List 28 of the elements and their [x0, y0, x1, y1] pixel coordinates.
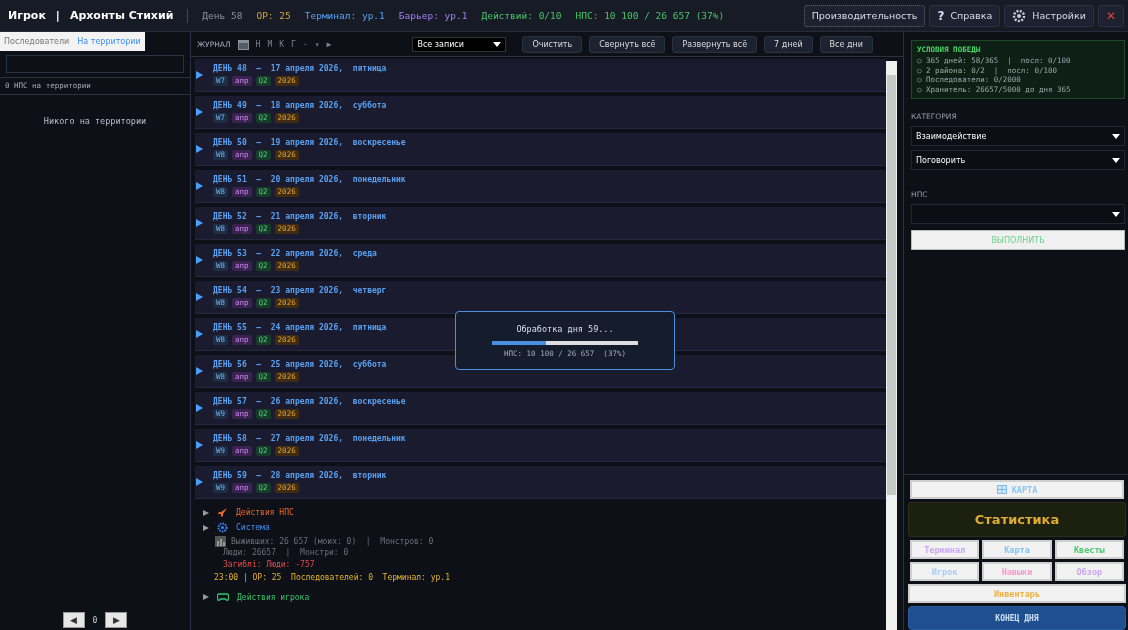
empty-message: Никого на территории: [42, 116, 148, 126]
log-text: Выживших: 26 657 (моих: 0) | Монстров: 0: [231, 536, 434, 546]
status-stat: ОР: 25: [256, 10, 291, 21]
status-stat: НПС: 10 100 / 26 657 (37%): [575, 10, 725, 21]
day-title: ДЕНЬ 51 — 20 апреля 2026, понедельник: [213, 175, 406, 184]
day-title: ДЕНЬ 58 — 27 апреля 2026, понедельник: [213, 434, 406, 443]
status-stat: Барьер: ур.1: [398, 10, 468, 21]
day-title: ДЕНЬ 52 — 21 апреля 2026, вторник: [213, 212, 387, 221]
day-title: ДЕНЬ 49 — 18 апреля 2026, суббота: [213, 101, 387, 110]
day-title: ДЕНЬ 57 — 26 апреля 2026, воскресенье: [213, 397, 406, 406]
log-text: Загиблі: Люди: -757: [222, 560, 316, 571]
game-title: Архонты Стихий: [69, 9, 174, 22]
day-title: ДЕНЬ 56 — 25 апреля 2026, суббота: [213, 360, 387, 369]
day-title: ДЕНЬ 50 — 19 апреля 2026, воскресенье: [213, 138, 406, 147]
player-name: Игрок: [8, 9, 46, 22]
day-title: ДЕНЬ 54 — 23 апреля 2026, четверг: [213, 286, 387, 295]
progress-title: Обработка дня 59...: [516, 324, 614, 334]
log-text: Люди: 26657 | Монстри: 0: [222, 547, 350, 559]
day-title: ДЕНЬ 59 — 28 апреля 2026, вторник: [213, 471, 387, 480]
page-number: 0: [92, 615, 98, 625]
log-text: 23:00 | ОР: 25 Последователей: 0 Терминал: ур.1: [213, 572, 451, 584]
status-stat: Действий: 0/10: [481, 10, 562, 21]
day-title: ДЕНЬ 53 — 22 апреля 2026, среда: [213, 249, 377, 258]
day-title: ДЕНЬ 48 — 17 апреля 2026, пятница: [213, 64, 387, 73]
day-title: ДЕНЬ 55 — 24 апреля 2026, пятница: [213, 323, 387, 332]
separator: |: [55, 9, 60, 22]
status-stat: День 58: [202, 10, 243, 21]
status-stat: Терминал: ур.1: [304, 10, 385, 21]
